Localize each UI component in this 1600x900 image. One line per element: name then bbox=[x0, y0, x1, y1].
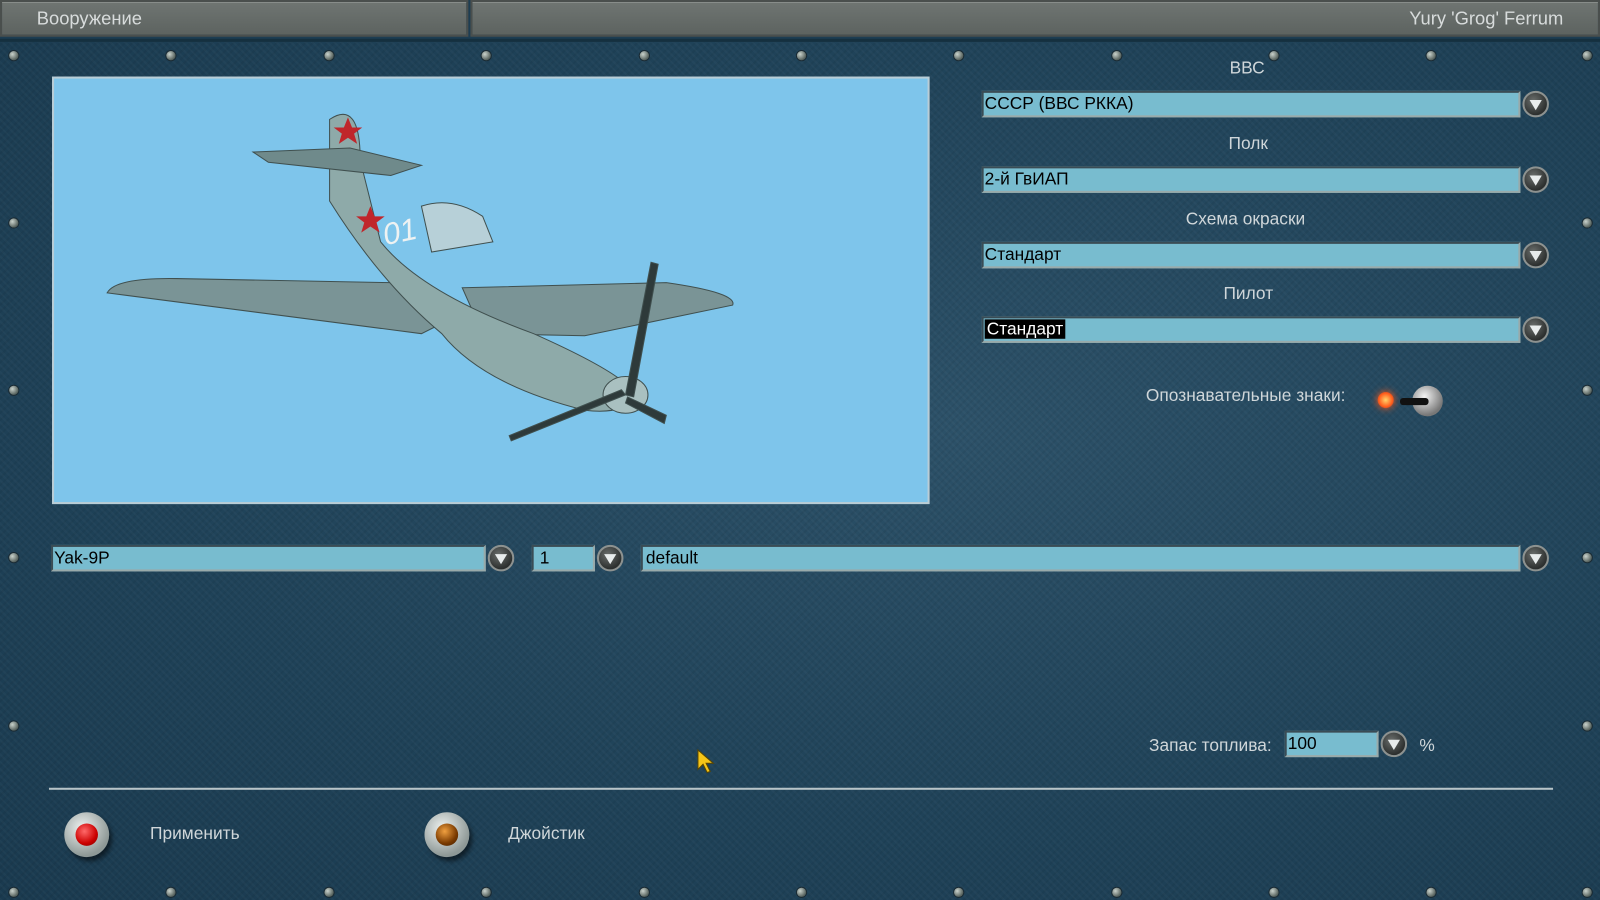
pilot-label: Пилот bbox=[1223, 283, 1274, 304]
screw-icon bbox=[639, 887, 649, 897]
screw-icon bbox=[1269, 887, 1279, 897]
screw-icon bbox=[1582, 553, 1592, 563]
screw-icon bbox=[9, 218, 19, 228]
pilot-select[interactable]: Стандарт bbox=[981, 316, 1521, 343]
fuel-dropdown-button[interactable] bbox=[1380, 730, 1408, 758]
regiment-label: Полк bbox=[1228, 133, 1269, 154]
red-light-icon bbox=[75, 823, 98, 846]
apply-button[interactable] bbox=[64, 812, 110, 858]
regiment-dropdown-button[interactable] bbox=[1522, 166, 1549, 193]
pilot-dropdown-button[interactable] bbox=[1522, 316, 1549, 343]
screw-icon bbox=[1582, 51, 1592, 61]
screw-icon bbox=[481, 51, 491, 61]
regiment-select[interactable]: 2-й ГвИАП bbox=[981, 166, 1521, 193]
screw-icon bbox=[166, 887, 176, 897]
air-force-select[interactable]: СССР (ВВС РККА) bbox=[981, 90, 1521, 118]
joystick-label[interactable]: Джойстик bbox=[508, 823, 585, 843]
screw-icon bbox=[1112, 887, 1122, 897]
screw-icon bbox=[1582, 887, 1592, 897]
title-bar: Вооружение bbox=[0, 0, 469, 37]
screw-icon bbox=[954, 51, 964, 61]
screw-icon bbox=[1582, 218, 1592, 228]
toggle-switch-icon bbox=[1399, 385, 1443, 417]
aircraft-dropdown-button[interactable] bbox=[487, 544, 515, 572]
aircraft-image: 01 bbox=[106, 113, 734, 442]
user-bar: Yury 'Grog' Ferrum bbox=[470, 0, 1600, 37]
screw-icon bbox=[1582, 385, 1592, 395]
screw-icon bbox=[639, 51, 649, 61]
apply-label[interactable]: Применить bbox=[150, 823, 240, 843]
indicator-light-icon bbox=[1377, 391, 1394, 409]
fuel-label: Запас топлива: bbox=[1148, 735, 1272, 756]
screw-icon bbox=[1269, 51, 1279, 61]
screw-icon bbox=[9, 51, 19, 61]
weapons-select[interactable]: default bbox=[640, 544, 1521, 572]
mouse-cursor-icon bbox=[697, 748, 715, 774]
markings-toggle[interactable] bbox=[1373, 384, 1446, 417]
screw-icon bbox=[1112, 51, 1122, 61]
joystick-button[interactable] bbox=[424, 812, 470, 858]
skin-dropdown-button[interactable] bbox=[1522, 241, 1549, 269]
divider bbox=[48, 787, 1554, 790]
screw-icon bbox=[9, 385, 19, 395]
screw-icon bbox=[9, 887, 19, 897]
amber-light-icon bbox=[435, 823, 459, 846]
screw-icon bbox=[166, 51, 176, 61]
screw-icon bbox=[481, 887, 491, 897]
tail-number: 01 bbox=[380, 212, 420, 252]
screw-icon bbox=[9, 721, 19, 731]
count-dropdown-button[interactable] bbox=[596, 544, 624, 572]
aircraft-preview: 01 bbox=[52, 76, 930, 505]
screw-icon bbox=[1426, 887, 1436, 897]
markings-label: Опознавательные знаки: bbox=[1145, 385, 1346, 406]
skin-label: Схема окраски bbox=[1185, 209, 1306, 229]
screw-icon bbox=[796, 51, 807, 61]
user-name: Yury 'Grog' Ferrum bbox=[1409, 8, 1564, 29]
screw-icon bbox=[954, 887, 964, 897]
fuel-input[interactable]: 100 bbox=[1284, 730, 1379, 758]
screw-icon bbox=[1582, 721, 1592, 731]
page-title: Вооружение bbox=[36, 8, 142, 29]
count-select[interactable]: 1 bbox=[531, 544, 595, 572]
fuel-unit: % bbox=[1419, 735, 1435, 756]
weapons-dropdown-button[interactable] bbox=[1522, 544, 1549, 572]
pilot-value: Стандарт bbox=[984, 319, 1066, 339]
screw-icon bbox=[324, 887, 334, 897]
screw-icon bbox=[9, 553, 19, 563]
skin-select[interactable]: Стандарт bbox=[981, 241, 1521, 269]
air-force-dropdown-button[interactable] bbox=[1522, 90, 1549, 118]
screw-icon bbox=[324, 51, 334, 61]
aircraft-select[interactable]: Yak-9P bbox=[51, 544, 486, 572]
screw-icon bbox=[1426, 51, 1436, 61]
air-force-label: ВВС bbox=[1229, 58, 1265, 78]
screw-icon bbox=[796, 887, 807, 897]
